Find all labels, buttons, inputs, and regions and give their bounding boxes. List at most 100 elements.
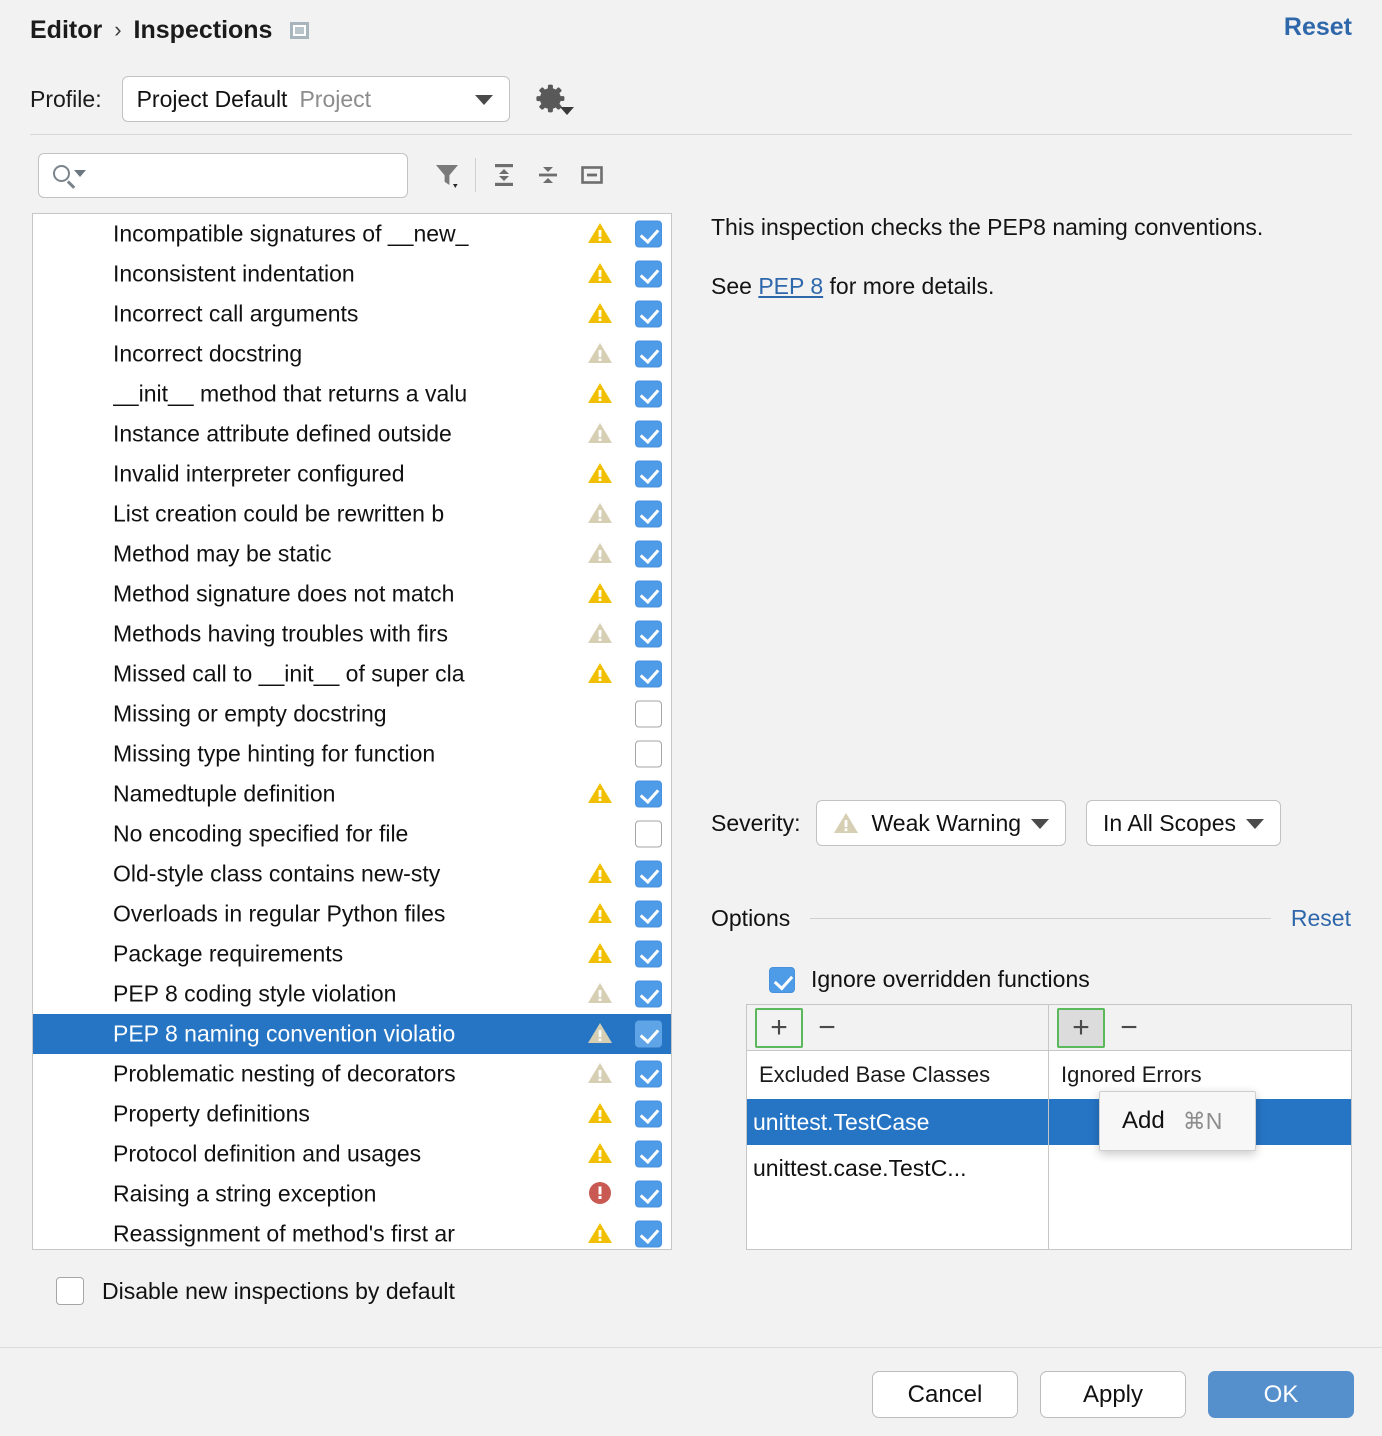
inspection-checkbox-slot[interactable] <box>635 221 662 248</box>
inspection-checkbox[interactable] <box>635 741 662 768</box>
excluded-base-classes-body[interactable]: Excluded Base Classes unittest.TestCaseu… <box>747 1051 1048 1249</box>
inspection-checkbox-slot[interactable] <box>635 541 662 568</box>
table-row[interactable]: PEP 8 coding style violation <box>33 974 671 1014</box>
inspection-checkbox[interactable] <box>635 301 662 328</box>
table-row[interactable]: Method may be static <box>33 534 671 574</box>
inspection-checkbox[interactable] <box>635 941 662 968</box>
inspection-checkbox[interactable] <box>635 1141 662 1168</box>
inspection-checkbox[interactable] <box>635 1021 662 1048</box>
table-row[interactable]: Inconsistent indentation <box>33 254 671 294</box>
inspection-checkbox-slot[interactable] <box>635 461 662 488</box>
inspection-checkbox-slot[interactable] <box>635 1021 662 1048</box>
inspection-checkbox-slot[interactable] <box>635 741 662 768</box>
inspection-checkbox[interactable] <box>635 981 662 1008</box>
cancel-button[interactable]: Cancel <box>872 1371 1018 1418</box>
table-row[interactable]: Raising a string exception <box>33 1174 671 1214</box>
table-row[interactable]: Namedtuple definition <box>33 774 671 814</box>
table-row[interactable]: Old-style class contains new-sty <box>33 854 671 894</box>
table-row[interactable]: Property definitions <box>33 1094 671 1134</box>
table-row[interactable]: Incorrect docstring <box>33 334 671 374</box>
gear-button[interactable] <box>534 79 574 119</box>
table-row[interactable]: Missing or empty docstring <box>33 694 671 734</box>
inspection-checkbox[interactable] <box>635 1221 662 1248</box>
inspection-checkbox[interactable] <box>635 781 662 808</box>
reset-link-top[interactable]: Reset <box>1284 13 1352 42</box>
search-field[interactable] <box>38 153 408 198</box>
inspections-list[interactable]: Incompatible signatures of __new_Inconsi… <box>32 213 672 1250</box>
disable-new-inspections-checkbox[interactable] <box>56 1277 84 1305</box>
table-row[interactable]: Protocol definition and usages <box>33 1134 671 1174</box>
inspection-checkbox-slot[interactable] <box>635 661 662 688</box>
ignored-add-button[interactable]: + <box>1057 1008 1105 1048</box>
inspection-checkbox[interactable] <box>635 421 662 448</box>
profile-dropdown[interactable]: Project Default Project <box>122 76 510 122</box>
table-row[interactable]: Reassignment of method's first ar <box>33 1214 671 1249</box>
inspection-checkbox-slot[interactable] <box>635 701 662 728</box>
inspection-checkbox-slot[interactable] <box>635 381 662 408</box>
inspection-checkbox[interactable] <box>635 261 662 288</box>
inspection-checkbox[interactable] <box>635 621 662 648</box>
search-input[interactable] <box>83 164 407 188</box>
table-row[interactable]: Methods having troubles with firs <box>33 614 671 654</box>
excluded-base-class-row[interactable]: unittest.TestCase <box>747 1099 1048 1145</box>
options-reset-link[interactable]: Reset <box>1291 905 1351 932</box>
inspection-checkbox[interactable] <box>635 821 662 848</box>
context-menu[interactable]: Add ⌘N <box>1099 1091 1256 1151</box>
inspection-checkbox-slot[interactable] <box>635 1061 662 1088</box>
ignored-remove-button[interactable]: − <box>1105 1008 1153 1048</box>
table-row[interactable]: Problematic nesting of decorators <box>33 1054 671 1094</box>
apply-button[interactable]: Apply <box>1040 1371 1186 1418</box>
inspection-checkbox-slot[interactable] <box>635 421 662 448</box>
inspection-checkbox[interactable] <box>635 381 662 408</box>
ignore-overridden-checkbox[interactable] <box>769 967 795 993</box>
table-row[interactable]: Invalid interpreter configured <box>33 454 671 494</box>
table-row[interactable]: No encoding specified for file <box>33 814 671 854</box>
inspection-checkbox[interactable] <box>635 461 662 488</box>
table-row[interactable]: Instance attribute defined outside <box>33 414 671 454</box>
table-row[interactable]: Incompatible signatures of __new_ <box>33 214 671 254</box>
inspection-checkbox[interactable] <box>635 1181 662 1208</box>
inspection-checkbox[interactable] <box>635 1101 662 1128</box>
table-row[interactable]: Package requirements <box>33 934 671 974</box>
inspection-checkbox-slot[interactable] <box>635 341 662 368</box>
excluded-remove-button[interactable]: − <box>803 1008 851 1048</box>
ok-button[interactable]: OK <box>1208 1371 1354 1418</box>
inspection-checkbox-slot[interactable] <box>635 901 662 928</box>
inspection-checkbox-slot[interactable] <box>635 261 662 288</box>
show-only-enabled-button[interactable] <box>570 155 614 195</box>
context-menu-add-item[interactable]: Add <box>1122 1107 1165 1135</box>
table-row[interactable]: Overloads in regular Python files <box>33 894 671 934</box>
scope-dropdown[interactable]: In All Scopes <box>1086 800 1281 846</box>
excluded-base-classes-rows[interactable]: unittest.TestCaseunittest.case.TestC... <box>747 1099 1048 1191</box>
excluded-add-button[interactable]: + <box>755 1008 803 1048</box>
inspection-checkbox-slot[interactable] <box>635 1101 662 1128</box>
pep8-link[interactable]: PEP 8 <box>758 273 823 299</box>
table-row[interactable]: Incorrect call arguments <box>33 294 671 334</box>
inspection-checkbox-slot[interactable] <box>635 861 662 888</box>
inspection-checkbox[interactable] <box>635 861 662 888</box>
inspection-checkbox-slot[interactable] <box>635 981 662 1008</box>
table-row[interactable]: Missed call to __init__ of super cla <box>33 654 671 694</box>
inspection-checkbox[interactable] <box>635 541 662 568</box>
table-row[interactable]: Missing type hinting for function <box>33 734 671 774</box>
inspections-list-scroll[interactable]: Incompatible signatures of __new_Inconsi… <box>33 214 671 1249</box>
inspection-checkbox[interactable] <box>635 581 662 608</box>
severity-dropdown[interactable]: Weak Warning <box>816 800 1066 846</box>
table-row[interactable]: __init__ method that returns a valu <box>33 374 671 414</box>
inspection-checkbox-slot[interactable] <box>635 621 662 648</box>
table-row[interactable]: Method signature does not match <box>33 574 671 614</box>
inspection-checkbox-slot[interactable] <box>635 1181 662 1208</box>
inspection-checkbox[interactable] <box>635 701 662 728</box>
inspection-checkbox-slot[interactable] <box>635 301 662 328</box>
inspection-checkbox-slot[interactable] <box>635 1221 662 1248</box>
collapse-all-button[interactable] <box>526 155 570 195</box>
disable-new-inspections-row[interactable]: Disable new inspections by default <box>38 1277 455 1305</box>
inspection-checkbox-slot[interactable] <box>635 501 662 528</box>
breadcrumb-editor[interactable]: Editor <box>30 16 102 45</box>
inspection-checkbox-slot[interactable] <box>635 581 662 608</box>
inspection-checkbox-slot[interactable] <box>635 781 662 808</box>
inspection-checkbox[interactable] <box>635 221 662 248</box>
ignore-overridden-row[interactable]: Ignore overridden functions <box>753 966 1090 993</box>
table-row-selected[interactable]: PEP 8 naming convention violatio <box>33 1014 671 1054</box>
inspection-checkbox[interactable] <box>635 661 662 688</box>
